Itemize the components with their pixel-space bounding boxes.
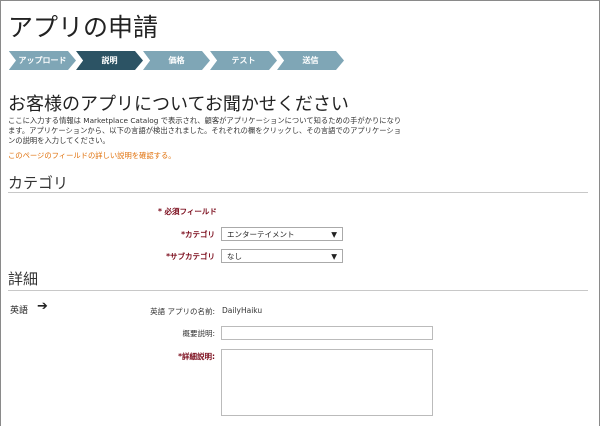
section-heading: お客様のアプリについてお聞かせください bbox=[8, 94, 349, 115]
step-label: 価格 bbox=[168, 56, 185, 65]
subcategory-value: なし bbox=[227, 251, 242, 261]
step-submit[interactable]: 送信 bbox=[276, 50, 345, 71]
app-name-value: DailyHaiku bbox=[222, 306, 263, 315]
short-description-input[interactable] bbox=[221, 326, 433, 340]
step-label: アップロード bbox=[18, 56, 67, 65]
category-select[interactable]: エンターテイメント ▼ bbox=[221, 227, 343, 241]
dropdown-arrow-icon: ▼ bbox=[331, 251, 337, 261]
app-name-label: 英語 アプリの名前: bbox=[150, 307, 215, 316]
intro-text: ここに入力する情報は Marketplace Catalog で表示され、顧客が… bbox=[8, 116, 402, 145]
step-label: 送信 bbox=[302, 56, 319, 65]
category-heading: カテゴリ bbox=[8, 174, 69, 192]
help-link[interactable]: このページのフィールドの詳しい説明を確認する。 bbox=[8, 151, 176, 161]
step-pricing[interactable]: 価格 bbox=[142, 50, 211, 71]
details-heading: 詳細 bbox=[8, 270, 39, 288]
long-desc-label-text: *詳細説明: bbox=[178, 352, 215, 361]
short-desc-label: 概要説明: bbox=[182, 329, 215, 338]
subcategory-select[interactable]: なし ▼ bbox=[221, 249, 343, 263]
long-desc-label: *詳細説明: bbox=[15, 351, 215, 362]
step-description[interactable]: 説明 bbox=[75, 50, 144, 71]
step-label: テスト bbox=[231, 56, 256, 65]
divider bbox=[8, 290, 588, 291]
step-label: 説明 bbox=[101, 56, 118, 65]
page-title: アプリの申請 bbox=[8, 13, 159, 42]
subcategory-label: *サブカテゴリ bbox=[166, 252, 215, 261]
category-value: エンターテイメント bbox=[227, 229, 295, 239]
dropdown-arrow-icon: ▼ bbox=[331, 229, 337, 239]
wizard-steps: アップロード 説明 価格 テスト 送信 bbox=[8, 50, 343, 71]
step-upload[interactable]: アップロード bbox=[8, 50, 77, 71]
required-note: * 必須フィールド bbox=[158, 207, 217, 216]
divider bbox=[8, 192, 588, 193]
category-label: *カテゴリ bbox=[181, 230, 215, 239]
step-test[interactable]: テスト bbox=[209, 50, 278, 71]
long-description-textarea[interactable] bbox=[221, 349, 433, 416]
